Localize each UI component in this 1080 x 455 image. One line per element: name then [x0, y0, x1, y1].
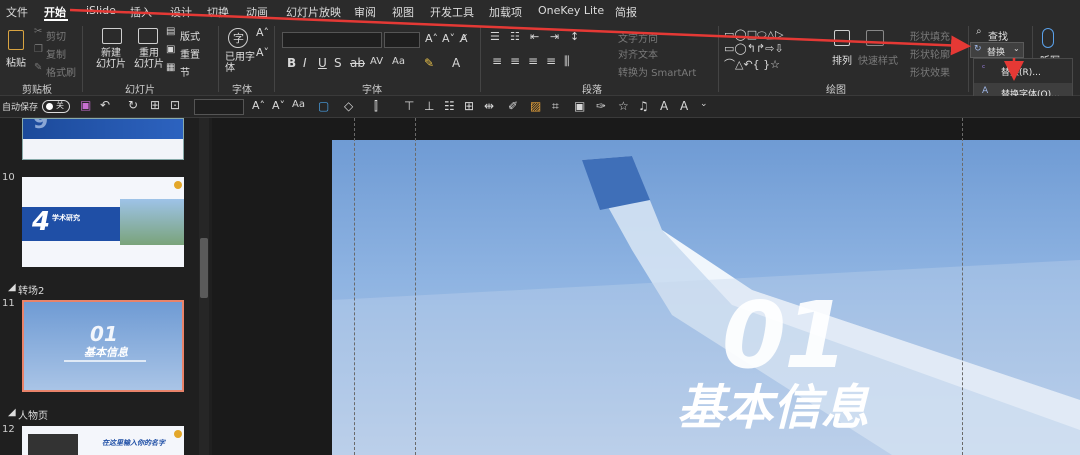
arrow-to-replace: [69, 8, 971, 56]
annotation-arrows: [69, 8, 1024, 81]
